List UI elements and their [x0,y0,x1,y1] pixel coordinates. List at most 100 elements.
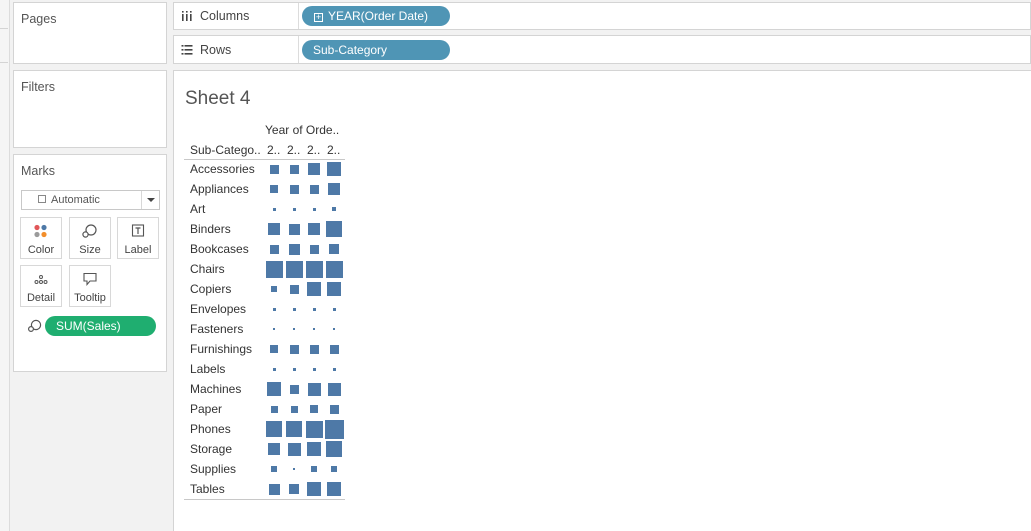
square-mark[interactable] [288,243,300,255]
square-mark[interactable] [273,328,275,330]
square-mark[interactable] [270,185,278,193]
square-mark[interactable] [309,244,319,254]
square-mark[interactable] [305,420,323,438]
square-mark[interactable] [272,307,276,311]
row-label-binders[interactable]: Binders [190,222,231,236]
square-mark[interactable] [332,367,336,371]
row-label-chairs[interactable]: Chairs [190,262,225,276]
square-mark[interactable] [308,223,320,235]
square-mark[interactable] [289,344,299,354]
filters-card[interactable]: Filters [13,70,167,148]
row-label-labels[interactable]: Labels [190,362,225,376]
square-mark[interactable] [329,344,339,354]
square-mark[interactable] [267,382,281,396]
worksheet-view[interactable]: Sheet 4 Year of Orde.. Sub-Catego.. 2.. … [173,70,1031,531]
square-mark[interactable] [268,223,280,235]
row-label-phones[interactable]: Phones [190,422,231,436]
columns-shelf[interactable]: Columns + YEAR(Order Date) [173,2,1031,30]
year-header[interactable]: 2.. [307,143,320,157]
row-label-copiers[interactable]: Copiers [190,282,231,296]
square-mark[interactable] [313,328,315,330]
row-label-fasteners[interactable]: Fasteners [190,322,243,336]
square-mark[interactable] [329,404,339,414]
square-mark[interactable] [326,441,342,457]
expand-plus-icon[interactable]: + [314,13,323,22]
square-mark[interactable] [287,442,301,456]
row-label-accessories[interactable]: Accessories [190,162,255,176]
square-mark[interactable] [270,405,278,413]
year-order-date-pill[interactable]: + YEAR(Order Date) [302,6,450,26]
year-header[interactable]: 2.. [287,143,300,157]
row-label-bookcases[interactable]: Bookcases [190,242,249,256]
row-label-appliances[interactable]: Appliances [190,182,249,196]
square-mark[interactable] [307,482,321,496]
square-mark[interactable] [329,244,339,254]
square-mark[interactable] [266,421,282,437]
square-mark[interactable] [289,164,299,174]
square-mark[interactable] [333,328,335,330]
square-mark[interactable] [292,307,296,311]
row-label-envelopes[interactable]: Envelopes [190,302,246,316]
square-mark[interactable] [328,183,340,195]
square-mark[interactable] [288,223,300,235]
square-mark[interactable] [325,260,343,278]
square-mark[interactable] [327,162,341,176]
square-mark[interactable] [289,284,299,294]
row-label-storage[interactable]: Storage [190,442,232,456]
square-mark[interactable] [290,405,298,413]
square-mark[interactable] [307,282,321,296]
year-header[interactable]: 2.. [267,143,280,157]
square-mark[interactable] [307,382,321,396]
row-label-machines[interactable]: Machines [190,382,241,396]
square-mark[interactable] [332,207,336,211]
chevron-down-icon[interactable] [141,191,159,209]
sub-category-pill[interactable]: Sub-Category [302,40,450,60]
square-mark[interactable] [309,184,319,194]
square-mark[interactable] [268,483,280,495]
square-mark[interactable] [312,207,316,211]
square-mark[interactable] [327,482,341,496]
square-mark[interactable] [292,367,296,371]
row-label-art[interactable]: Art [190,202,205,216]
square-mark[interactable] [289,184,299,194]
square-mark[interactable] [312,307,316,311]
square-mark[interactable] [265,260,283,278]
square-mark[interactable] [271,466,277,472]
mark-type-select[interactable]: Automatic [21,190,160,210]
year-header[interactable]: 2.. [327,143,340,157]
square-mark[interactable] [271,286,277,292]
square-mark[interactable] [268,443,280,455]
square-mark[interactable] [270,345,278,353]
square-mark[interactable] [289,384,299,394]
square-mark[interactable] [309,344,319,354]
rows-shelf[interactable]: Rows Sub-Category [173,35,1031,64]
square-mark[interactable] [269,244,279,254]
pages-card[interactable]: Pages [13,2,167,64]
row-label-tables[interactable]: Tables [190,482,225,496]
square-mark[interactable] [327,282,341,296]
color-button[interactable]: Color [20,217,62,259]
square-mark[interactable] [305,260,323,278]
row-label-paper[interactable]: Paper [190,402,222,416]
square-mark[interactable] [293,328,295,330]
square-mark[interactable] [312,367,316,371]
square-mark[interactable] [332,307,336,311]
square-mark[interactable] [285,260,303,278]
square-mark[interactable] [289,484,299,494]
row-label-furnishings[interactable]: Furnishings [190,342,252,356]
square-mark[interactable] [286,421,302,437]
square-mark[interactable] [310,405,318,413]
square-mark[interactable] [311,466,317,472]
size-button[interactable]: Size [69,217,111,259]
square-mark[interactable] [308,163,320,175]
square-mark[interactable] [324,419,344,439]
square-mark[interactable] [269,164,279,174]
square-mark[interactable] [293,468,295,470]
square-mark[interactable] [272,367,276,371]
row-label-supplies[interactable]: Supplies [190,462,236,476]
tooltip-button[interactable]: Tooltip [69,265,111,307]
square-mark[interactable] [307,442,321,456]
detail-button[interactable]: Detail [20,265,62,307]
square-mark[interactable] [326,221,342,237]
label-button[interactable]: Label [117,217,159,259]
